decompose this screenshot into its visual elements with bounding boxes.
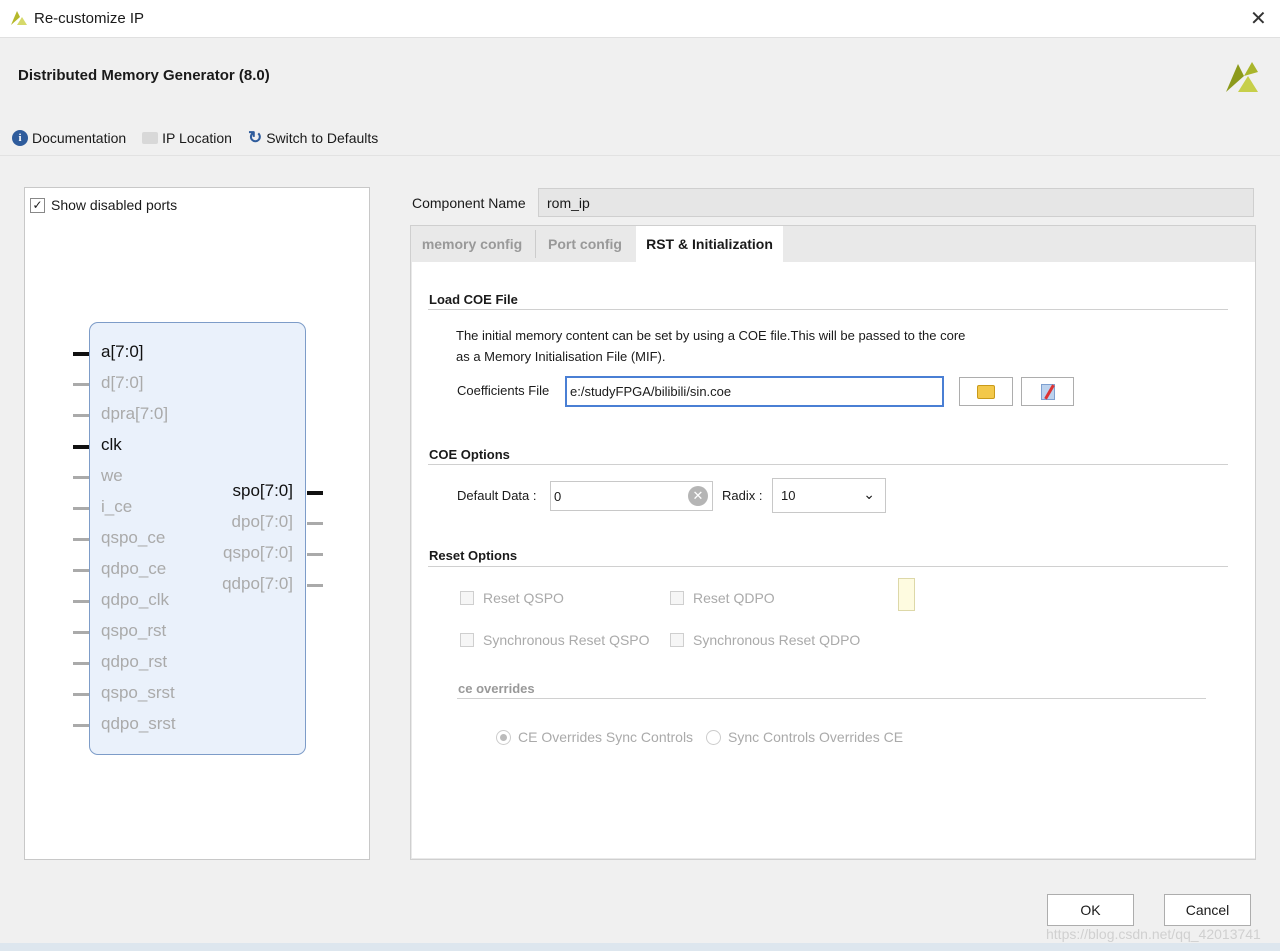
folder-icon xyxy=(142,132,159,144)
coefficients-file-label: Coefficients File xyxy=(457,383,550,398)
port-label: qdpo_ce xyxy=(101,559,167,578)
port-pin xyxy=(73,352,89,356)
ip-title: Distributed Memory Generator (8.0) xyxy=(18,67,270,84)
port-label: we xyxy=(101,466,123,485)
load-coe-heading: Load COE File xyxy=(429,292,518,307)
port-label: spo[7:0] xyxy=(232,481,294,500)
window-title: Re-customize IP xyxy=(34,10,145,27)
xilinx-logo-icon xyxy=(11,11,27,25)
port-label: clk xyxy=(101,435,122,454)
component-name-input[interactable]: rom_ip xyxy=(538,188,1254,217)
browse-file-button[interactable] xyxy=(959,377,1013,406)
show-disabled-ports-label: Show disabled ports xyxy=(51,197,178,213)
info-icon: i xyxy=(12,130,28,146)
default-data-label: Default Data : xyxy=(457,488,537,503)
watermark: https://blog.csdn.net/qq_42013741 xyxy=(1046,926,1261,942)
port-pin xyxy=(73,662,89,665)
documentation-link[interactable]: Documentation xyxy=(32,130,126,146)
ip-symbol-panel: ✓ Show disabled ports a[7:0] d[7:0] dpra[7… xyxy=(24,187,370,860)
radix-select[interactable]: 10 ⌄ xyxy=(772,478,886,513)
sync-overrides-radio[interactable]: Sync Controls Overrides CE xyxy=(706,729,903,745)
tab-memory-config[interactable]: memory config xyxy=(412,226,532,262)
tooltip-placeholder xyxy=(898,578,915,611)
port-label: qspo_srst xyxy=(101,683,175,702)
sync-reset-qspo-checkbox[interactable]: Synchronous Reset QSPO xyxy=(460,632,650,648)
port-label: dpra[7:0] xyxy=(101,404,169,423)
port-pin xyxy=(73,569,89,572)
folder-open-icon xyxy=(977,384,995,399)
port-pin xyxy=(307,491,323,495)
port-pin xyxy=(73,693,89,696)
sync-reset-qdpo-checkbox[interactable]: Synchronous Reset QDPO xyxy=(670,632,860,648)
radix-label: Radix : xyxy=(722,488,763,503)
reset-qdpo-checkbox[interactable]: Reset QDPO xyxy=(670,590,775,606)
switch-defaults-link[interactable]: Switch to Defaults xyxy=(266,130,378,146)
reset-options-heading: Reset Options xyxy=(429,548,518,563)
port-pin xyxy=(73,538,89,541)
coe-description-1: The initial memory content can be set by… xyxy=(456,328,966,343)
port-label: qspo[7:0] xyxy=(223,543,293,562)
ip-location-link[interactable]: IP Location xyxy=(162,130,232,146)
port-pin xyxy=(73,600,89,603)
port-pin xyxy=(73,383,89,386)
port-pin xyxy=(307,522,323,525)
refresh-icon: ↻ xyxy=(247,128,263,147)
port-label: a[7:0] xyxy=(101,342,144,361)
port-label: d[7:0] xyxy=(101,373,144,392)
port-pin xyxy=(73,724,89,727)
radix-value: 10 xyxy=(781,488,796,503)
reset-qspo-checkbox[interactable]: Reset QSPO xyxy=(460,590,564,606)
cancel-button[interactable]: Cancel xyxy=(1164,894,1251,926)
xilinx-brand-icon xyxy=(1226,62,1258,92)
port-pin xyxy=(73,631,89,634)
port-pin xyxy=(73,445,89,449)
ok-button[interactable]: OK xyxy=(1047,894,1134,926)
port-pin xyxy=(73,476,89,479)
title-bar: Re-customize IP ✕ xyxy=(0,0,1280,38)
coe-description-2: as a Memory Initialisation File (MIF). xyxy=(456,349,666,364)
show-disabled-ports-checkbox[interactable]: ✓ Show disabled ports xyxy=(30,197,177,213)
port-pin xyxy=(73,507,89,510)
tab-rst-initialization[interactable]: RST & Initialization xyxy=(636,226,783,262)
port-label: qdpo_rst xyxy=(101,652,168,671)
port-label: qdpo_clk xyxy=(101,590,170,609)
port-pin xyxy=(307,553,323,556)
port-label: dpo[7:0] xyxy=(231,512,293,531)
edit-document-icon xyxy=(1040,383,1055,400)
clear-icon[interactable]: ✕ xyxy=(688,486,708,506)
ce-overrides-radio[interactable]: CE Overrides Sync Controls xyxy=(496,729,693,745)
ce-overrides-heading: ce overrides xyxy=(458,681,535,696)
port-pin xyxy=(307,584,323,587)
port-label: qdpo_srst xyxy=(101,714,176,733)
close-icon[interactable]: ✕ xyxy=(1250,6,1267,31)
checkbox-checked-icon: ✓ xyxy=(30,197,45,213)
edit-file-button[interactable] xyxy=(1021,377,1074,406)
component-name-label: Component Name xyxy=(412,195,526,211)
coefficients-file-input[interactable]: e:/studyFPGA/bilibili/sin.coe xyxy=(565,376,944,407)
tab-port-config[interactable]: Port config xyxy=(537,226,633,262)
chevron-down-icon: ⌄ xyxy=(863,486,875,502)
coe-options-heading: COE Options xyxy=(429,447,510,462)
port-label: i_ce xyxy=(101,497,133,516)
port-pin xyxy=(73,414,89,417)
port-label: qspo_ce xyxy=(101,528,166,547)
port-label: qdpo[7:0] xyxy=(222,574,293,593)
port-label: qspo_rst xyxy=(101,621,167,640)
